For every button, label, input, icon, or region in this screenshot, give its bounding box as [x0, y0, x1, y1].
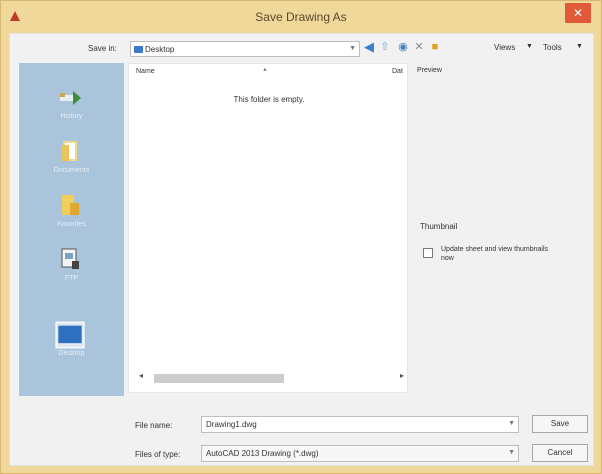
- preview-title: Preview: [417, 67, 442, 74]
- preview-pane: Preview Thumbnail Update sheet and view …: [410, 63, 593, 393]
- place-ftp[interactable]: FTP: [19, 243, 124, 295]
- place-history[interactable]: History: [19, 81, 124, 133]
- file-type-dropdown[interactable]: AutoCAD 2013 Drawing (*.dwg) ▼: [201, 445, 519, 462]
- search-web-icon[interactable]: ◉: [396, 40, 410, 54]
- horizontal-scrollbar[interactable]: ◂ ▸: [139, 371, 404, 385]
- documents-folder-icon: [61, 141, 77, 161]
- new-folder-icon[interactable]: ■: [428, 40, 442, 54]
- sort-arrow-icon: ▲: [262, 67, 268, 73]
- window-title: Save Drawing As: [255, 10, 347, 24]
- place-desktop[interactable]: Desktop: [19, 318, 124, 370]
- save-button[interactable]: Save: [532, 415, 588, 433]
- place-label: History: [60, 113, 83, 120]
- place-label: Favorites: [57, 221, 86, 228]
- scroll-left-icon[interactable]: ◂: [139, 371, 143, 380]
- save-in-label: Save in:: [88, 44, 117, 53]
- file-name-value: Drawing1.dwg: [206, 420, 257, 429]
- place-documents[interactable]: Documents: [19, 135, 124, 187]
- cancel-button[interactable]: Cancel: [532, 444, 588, 462]
- file-type-label: Files of type:: [135, 450, 181, 459]
- favorites-folder-icon: [62, 195, 79, 215]
- places-bar: History Documents Favorites FTP Desktop: [19, 63, 124, 396]
- save-in-dropdown[interactable]: Desktop ▼: [130, 41, 360, 57]
- save-in-value: Desktop: [145, 45, 175, 54]
- thumbnail-title: Thumbnail: [420, 222, 458, 231]
- file-name-label: File name:: [135, 421, 173, 430]
- place-label: Desktop: [58, 350, 85, 357]
- tools-chevron-icon[interactable]: ▼: [576, 43, 583, 50]
- empty-folder-message: This folder is empty.: [233, 95, 305, 104]
- up-folder-icon[interactable]: ⇧: [378, 40, 392, 54]
- file-type-value: AutoCAD 2013 Drawing (*.dwg): [206, 449, 319, 458]
- close-button[interactable]: ✕: [565, 3, 591, 23]
- dialog-body: Save in: Desktop ▼ ◀ ⇧ ◉ ✕ ■ Views ▼ Too…: [9, 33, 594, 466]
- column-header-date[interactable]: Dat: [392, 68, 403, 75]
- save-dialog: Save Drawing As ✕ Save in: Desktop ▼ ◀ ⇧…: [0, 0, 602, 474]
- column-header-name[interactable]: Name: [136, 68, 155, 75]
- title-bar[interactable]: Save Drawing As ✕: [1, 1, 601, 33]
- update-thumbnails-label[interactable]: Update sheet and view thumbnails now: [441, 245, 551, 263]
- tools-menu[interactable]: Tools: [543, 43, 562, 52]
- update-thumbnails-checkbox[interactable]: [423, 248, 433, 258]
- ftp-icon: [61, 248, 79, 269]
- scrollbar-thumb[interactable]: [154, 374, 284, 383]
- place-label: Documents: [53, 167, 90, 174]
- place-favorites[interactable]: Favorites: [19, 189, 124, 241]
- chevron-down-icon[interactable]: ▼: [508, 420, 515, 427]
- history-icon: [60, 91, 81, 105]
- chevron-down-icon: ▼: [349, 45, 356, 52]
- desktop-folder-icon: [134, 46, 143, 53]
- desktop-icon: [55, 321, 85, 349]
- place-label: FTP: [64, 275, 79, 282]
- chevron-down-icon[interactable]: ▼: [508, 449, 515, 456]
- back-arrow-icon[interactable]: ◀: [362, 40, 376, 54]
- toolbar: Save in: Desktop ▼ ◀ ⇧ ◉ ✕ ■ Views ▼ Too…: [10, 34, 595, 62]
- views-menu[interactable]: Views: [494, 43, 515, 52]
- file-list[interactable]: Name ▲ Dat This folder is empty. ◂ ▸: [128, 63, 408, 393]
- views-chevron-icon[interactable]: ▼: [526, 43, 533, 50]
- file-name-input[interactable]: Drawing1.dwg ▼: [201, 416, 519, 433]
- scroll-right-icon[interactable]: ▸: [400, 371, 404, 380]
- delete-icon[interactable]: ✕: [412, 40, 426, 54]
